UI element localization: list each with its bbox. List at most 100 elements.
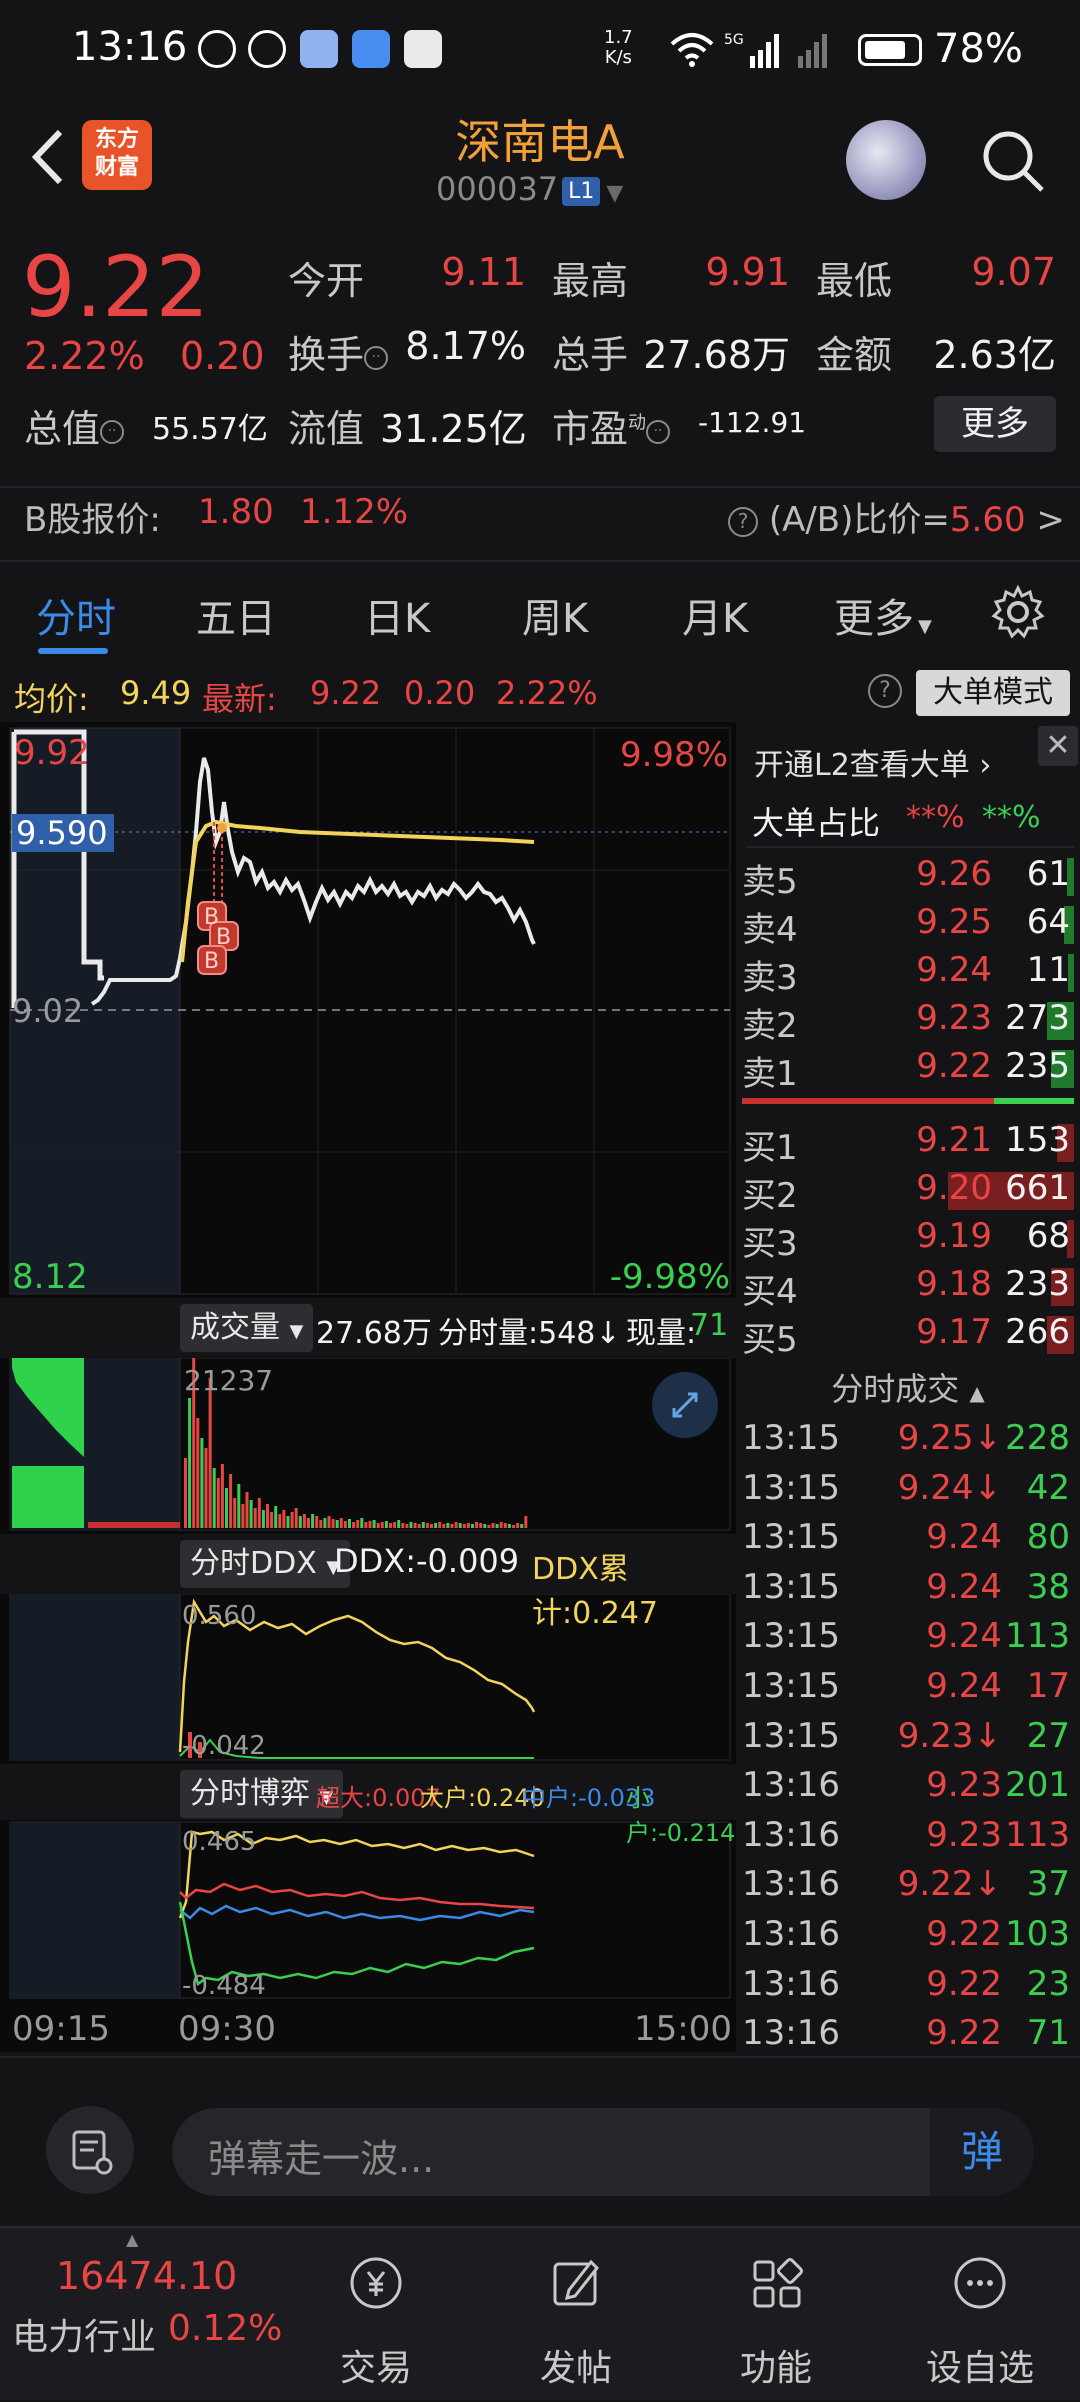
- trade-price: 9.23: [926, 1814, 1002, 1855]
- trade-volume: 23: [1026, 1963, 1070, 2004]
- trade-row: 13:15 9.24 113: [742, 1614, 1074, 1660]
- level-badge: L1: [562, 176, 601, 206]
- intraday-charts: B B B 9.92 9.98% 9.590 9.02 8.12 -9.98% …: [0, 722, 736, 2052]
- game-top-label: 0.465: [182, 1827, 256, 1857]
- search-icon[interactable]: [980, 128, 1046, 194]
- caret-down-icon: ▼: [918, 616, 932, 637]
- volume-bar: [286, 1516, 290, 1528]
- nav-functions-label: 功能: [739, 2348, 812, 2389]
- assistant-robot-icon[interactable]: [846, 120, 926, 200]
- nav-post[interactable]: 发帖: [496, 2250, 656, 2391]
- comment-input[interactable]: 弹幕走一波... 弹: [172, 2108, 1034, 2196]
- volume-bar: [253, 1508, 257, 1528]
- danmaku-send-button[interactable]: 弹: [930, 2108, 1034, 2196]
- comment-settings-icon[interactable]: [46, 2106, 134, 2194]
- tab-weekly-k[interactable]: 周K: [522, 586, 588, 644]
- nav-add-watchlist[interactable]: 设自选: [900, 2250, 1060, 2391]
- trade-row: 13:15 9.24 17: [742, 1664, 1074, 1710]
- info-icon[interactable]: ··: [646, 419, 671, 444]
- volume-bar: [409, 1522, 413, 1528]
- big-order-mode-button[interactable]: 大单模式: [916, 670, 1070, 716]
- trade-time: 13:16: [742, 1914, 840, 1954]
- low-value: 9.07: [971, 250, 1056, 294]
- nav-functions[interactable]: 功能: [696, 2250, 856, 2391]
- ddx-indicator-select[interactable]: 分时DDX ▼: [180, 1540, 351, 1588]
- caret-up-icon: ▲: [126, 2230, 139, 2249]
- volume-bar: [311, 1514, 315, 1528]
- intraday-chart-canvas[interactable]: B B B 9.92 9.98% 9.590 9.02 8.12 -9.98% …: [0, 722, 736, 2052]
- time-end: 15:00: [634, 2009, 732, 2049]
- comment-bar: 弹幕走一波... 弹: [0, 2056, 1080, 2226]
- expand-icon[interactable]: [652, 1372, 718, 1438]
- trade-row: 13:15 9.23↓ 27: [742, 1714, 1074, 1760]
- volume-bar: [200, 1438, 204, 1528]
- avg-price-label: 均价:: [14, 680, 89, 718]
- nav-add-watchlist-label: 设自选: [925, 2348, 1034, 2389]
- info-icon[interactable]: ··: [100, 419, 125, 444]
- more-button[interactable]: 更多: [934, 396, 1056, 452]
- change-percent: 2.22%: [24, 334, 145, 378]
- ask-volume: 235: [1005, 1046, 1070, 1086]
- bid-label: 买2: [742, 1176, 798, 1216]
- bid-row: 买5 9.17 266: [742, 1310, 1074, 1360]
- l2-upgrade-link[interactable]: 开通L2查看大单 ›: [754, 740, 991, 784]
- bid-price: 9.20: [916, 1168, 992, 1208]
- tab-intraday[interactable]: 分时: [36, 586, 116, 644]
- volume-bar: [507, 1524, 511, 1528]
- settings-gear-icon[interactable]: [990, 584, 1046, 640]
- volume-bar: [270, 1512, 274, 1528]
- index-ticker[interactable]: ▲ 16474.10 电力行业 0.12%: [0, 2228, 282, 2402]
- quote-panel: 9.22 2.22% 0.20 今开 9.11 最高 9.91 最低 9.07 …: [0, 228, 1080, 558]
- volume-bar: [462, 1524, 466, 1528]
- axis-top-price: 9.92: [14, 733, 90, 773]
- volume-bar: [389, 1523, 392, 1528]
- ddx-top-label: 0.560: [182, 1601, 256, 1631]
- trade-price: 9.24: [926, 1616, 1002, 1657]
- buy-marker: B: [216, 925, 231, 950]
- volume-total: 27.68万: [316, 1316, 432, 1351]
- volume-bar: [450, 1524, 454, 1528]
- info-icon[interactable]: ··: [364, 345, 389, 370]
- volume-bar: [413, 1523, 417, 1528]
- time-open: 09:30: [178, 2009, 276, 2049]
- latest-label: 最新:: [202, 680, 277, 718]
- trade-time: 13:15: [742, 1467, 840, 1508]
- close-icon[interactable]: ✕: [1038, 726, 1078, 766]
- ab-ratio[interactable]: ? (A/B)比价=5.60 >: [728, 492, 1065, 541]
- trade-row: 13:16 9.22 103: [742, 1912, 1074, 1958]
- big-ratio-red: **%: [906, 800, 965, 835]
- change-amount: 0.20: [180, 334, 265, 378]
- ddx-cumulative: DDX累计:0.247: [532, 1552, 658, 1631]
- net-speed: 1.7 K/s: [604, 27, 633, 68]
- trade-volume: 38: [1026, 1566, 1070, 1607]
- bid-row: 买3 9.19 68: [742, 1214, 1074, 1264]
- ask-label: 卖4: [742, 910, 798, 950]
- trades-title[interactable]: 分时成交 ▲: [736, 1364, 1080, 1410]
- ask-volume: 61: [1026, 854, 1070, 894]
- pe-value: -112.91: [698, 406, 807, 439]
- volume-bar: [458, 1523, 462, 1528]
- trade-row: 13:15 9.25↓ 228: [742, 1416, 1074, 1462]
- ask-price: 9.26: [916, 854, 992, 894]
- tab-daily-k[interactable]: 日K: [364, 586, 430, 644]
- trade-price: 9.22: [926, 1914, 1002, 1954]
- help-icon[interactable]: ?: [868, 674, 902, 708]
- tab-five-day[interactable]: 五日: [196, 586, 276, 644]
- volume-indicator-select[interactable]: 成交量 ▼: [180, 1304, 314, 1352]
- trade-time: 13:16: [742, 1814, 840, 1855]
- grid-icon: [753, 2258, 803, 2308]
- ask-price: 9.24: [916, 950, 992, 990]
- volume-bar: [487, 1525, 491, 1528]
- amount-label: 金额: [816, 333, 893, 377]
- volume-bar: [225, 1488, 228, 1528]
- nav-trade[interactable]: 交易: [296, 2250, 456, 2391]
- stock-code-selector[interactable]: 000037 L1 ▼: [436, 170, 623, 208]
- volume-header: 成交量 ▼ 27.68万 分时量:548↓ 现量: 71: [0, 1298, 736, 1358]
- b-share-label: B股报价:: [24, 500, 161, 540]
- tab-monthly-k[interactable]: 月K: [682, 586, 748, 644]
- ask-row: 卖4 9.25 64: [742, 900, 1074, 950]
- volume-now: 71: [690, 1308, 729, 1343]
- ddx-bottom-label: -0.042: [182, 1731, 266, 1761]
- tab-more[interactable]: 更多 ▼: [834, 586, 932, 644]
- volume-bar: [397, 1520, 401, 1528]
